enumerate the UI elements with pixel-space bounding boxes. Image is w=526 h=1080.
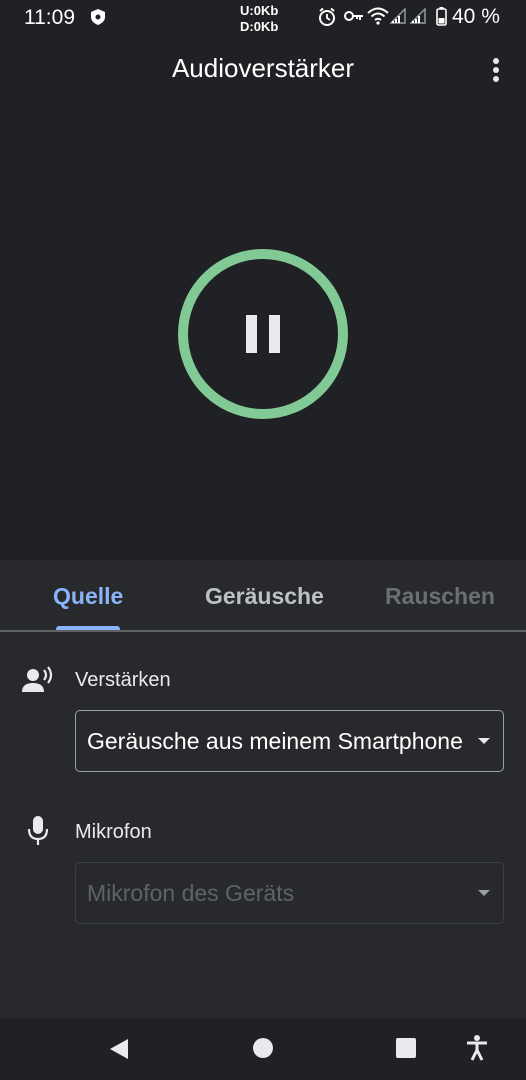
tab-sounds[interactable]: Geräusche	[205, 583, 324, 610]
signal-icon	[410, 8, 426, 24]
chevron-down-icon	[478, 890, 490, 896]
record-voice-icon	[22, 666, 53, 692]
tab-divider	[0, 630, 526, 632]
chevron-down-icon	[478, 738, 490, 744]
amplify-source-select[interactable]: Geräusche aus meinem Smartphone	[75, 710, 504, 772]
play-pause-button[interactable]	[177, 248, 349, 420]
more-vert-icon[interactable]	[486, 56, 506, 84]
mic-select[interactable]: Mikrofon des Geräts	[75, 862, 504, 924]
status-bar: 11:09 U:0Kb D:0Kb 40 %	[0, 0, 526, 36]
net-up-text: U:0Kb	[240, 3, 279, 18]
mic-icon	[27, 816, 49, 845]
recents-icon[interactable]	[396, 1038, 416, 1058]
alarm-icon	[319, 7, 335, 26]
pause-icon	[246, 315, 280, 353]
network-speed: U:0Kb D:0Kb	[240, 3, 278, 35]
mic-label: Mikrofon	[75, 821, 152, 843]
tab-source[interactable]: Quelle	[53, 583, 123, 610]
home-icon[interactable]	[252, 1037, 274, 1059]
accessibility-icon[interactable]	[466, 1035, 488, 1061]
mic-value: Mikrofon des Geräts	[87, 880, 295, 906]
signal-icon	[390, 8, 406, 24]
vpn-key-icon	[344, 11, 363, 21]
back-icon[interactable]	[108, 1037, 130, 1061]
navigation-bar	[0, 1018, 526, 1080]
amplify-label: Verstärken	[75, 669, 171, 691]
status-time: 11:09	[24, 6, 75, 29]
battery-icon	[436, 7, 447, 26]
tab-noise[interactable]: Rauschen	[385, 583, 495, 610]
amplify-source-value: Geräusche aus meinem Smartphone	[87, 728, 463, 754]
wifi-icon	[367, 7, 389, 25]
net-down-text: D:0Kb	[240, 19, 279, 34]
battery-percent: 40 %	[452, 5, 500, 28]
app-title: Audioverstärker	[171, 53, 355, 83]
shield-notification-icon	[91, 9, 105, 25]
